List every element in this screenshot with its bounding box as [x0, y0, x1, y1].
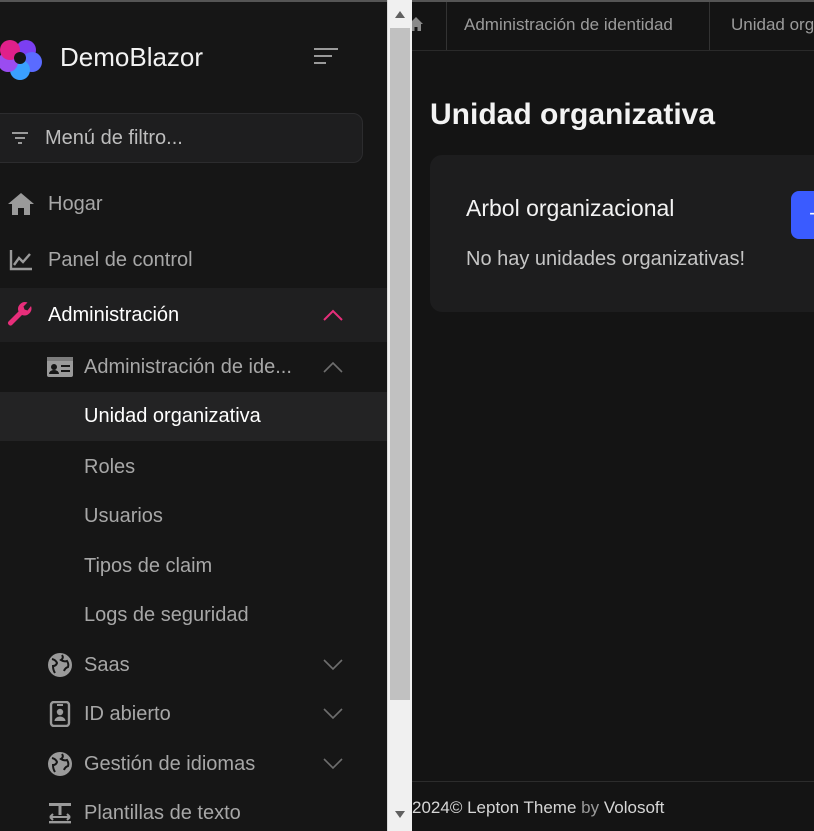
chevron-up-icon [323, 361, 343, 373]
sidebar-item-label: Tipos de claim [84, 554, 213, 577]
breadcrumb-divider [446, 2, 447, 50]
chevron-down-icon [323, 758, 343, 770]
footer-by: by [581, 798, 600, 817]
id-badge-icon [46, 700, 74, 728]
card-title: Arbol organizacional [466, 195, 675, 221]
sidebar-item-logs-de-seguridad[interactable]: Logs de seguridad [0, 590, 387, 640]
sidebar-item-label: Hogar [48, 192, 103, 215]
globe-icon [46, 651, 74, 679]
organization-tree-card: Arbol organizacional No hay unidades org… [430, 155, 814, 312]
brand-name: DemoBlazor [60, 42, 204, 72]
sidebar-item-unidad-organizativa[interactable]: Unidad organizativa [0, 392, 387, 441]
sidebar-item-plantillas-de-texto[interactable]: Plantillas de texto [0, 789, 387, 831]
breadcrumb-divider [709, 2, 710, 50]
footer-theme-link[interactable]: Lepton Theme [467, 798, 576, 817]
sidebar-item-roles[interactable]: Roles [0, 442, 387, 492]
home-icon[interactable] [412, 16, 424, 32]
sidebar-item-label: Roles [84, 455, 136, 478]
sidebar-item-usuarios[interactable]: Usuarios [0, 491, 387, 541]
copyright-symbol: © [449, 798, 463, 817]
footer-company-link[interactable]: Volosoft [604, 798, 665, 817]
sidebar-item-label: Administración de ide... [84, 355, 292, 378]
sidebar-item-tipos-de-claim[interactable]: Tipos de claim [0, 541, 387, 591]
id-card-icon [46, 353, 74, 381]
sidebar-item-label: ID abierto [84, 702, 171, 725]
footer: 2024© Lepton Theme by Volosoft [412, 781, 814, 831]
main-content: Administración de identidad Unidad org U… [412, 0, 814, 831]
sidebar-item-label: Saas [84, 653, 130, 676]
sidebar-item-label: Usuarios [84, 504, 163, 527]
footer-text: 2024© Lepton Theme by Volosoft [412, 798, 664, 818]
home-icon [6, 189, 36, 219]
brand: DemoBlazor [0, 2, 387, 112]
text-template-icon [46, 799, 74, 827]
sidebar-item-label: Unidad organizativa [84, 405, 261, 427]
sidebar-item-administracion-de-identidad[interactable]: Administración de ide... [0, 342, 387, 392]
sidebar-item-label: Plantillas de texto [84, 801, 241, 824]
sidebar: DemoBlazor Hogar Panel de control [0, 0, 387, 831]
sidebar-item-hogar[interactable]: Hogar [0, 178, 387, 230]
sidebar-item-saas[interactable]: Saas [0, 640, 387, 690]
menu-toggle-icon[interactable] [312, 44, 340, 68]
menu-filter [0, 113, 363, 163]
sidebar-item-id-abierto[interactable]: ID abierto [0, 689, 387, 739]
sidebar-item-panel-de-control[interactable]: Panel de control [0, 234, 387, 286]
add-organization-unit-button[interactable]: + [791, 191, 814, 239]
wrench-icon [6, 300, 36, 330]
sidebar-scrollbar[interactable] [387, 0, 412, 831]
chevron-up-icon [323, 309, 343, 321]
menu-filter-input[interactable] [45, 114, 345, 162]
globe-icon [46, 750, 74, 778]
footer-year: 2024 [412, 798, 450, 817]
breadcrumb-item-administracion-de-identidad[interactable]: Administración de identidad [464, 15, 673, 35]
filter-icon [12, 132, 28, 144]
sidebar-item-administracion[interactable]: Administración [0, 288, 387, 342]
chevron-down-icon [323, 708, 343, 720]
sidebar-item-gestion-de-idiomas[interactable]: Gestión de idiomas [0, 739, 387, 789]
breadcrumb-item-unidad-organizativa: Unidad org [731, 15, 814, 34]
chevron-down-icon [323, 659, 343, 671]
page-title: Unidad organizativa [430, 98, 716, 131]
chart-line-icon [6, 245, 36, 275]
scrollbar-thumb[interactable] [390, 28, 410, 700]
logo-icon [0, 40, 42, 80]
sidebar-item-label: Logs de seguridad [84, 603, 249, 626]
sidebar-item-label: Gestión de idiomas [84, 752, 256, 775]
sidebar-item-label: Panel de control [48, 248, 193, 271]
sidebar-item-label: Administración [48, 303, 180, 326]
scroll-up-arrow-icon[interactable] [394, 9, 406, 19]
breadcrumb: Administración de identidad Unidad org [412, 2, 814, 51]
empty-state-text: No hay unidades organizativas! [466, 248, 746, 270]
scroll-down-arrow-icon[interactable] [394, 810, 406, 820]
